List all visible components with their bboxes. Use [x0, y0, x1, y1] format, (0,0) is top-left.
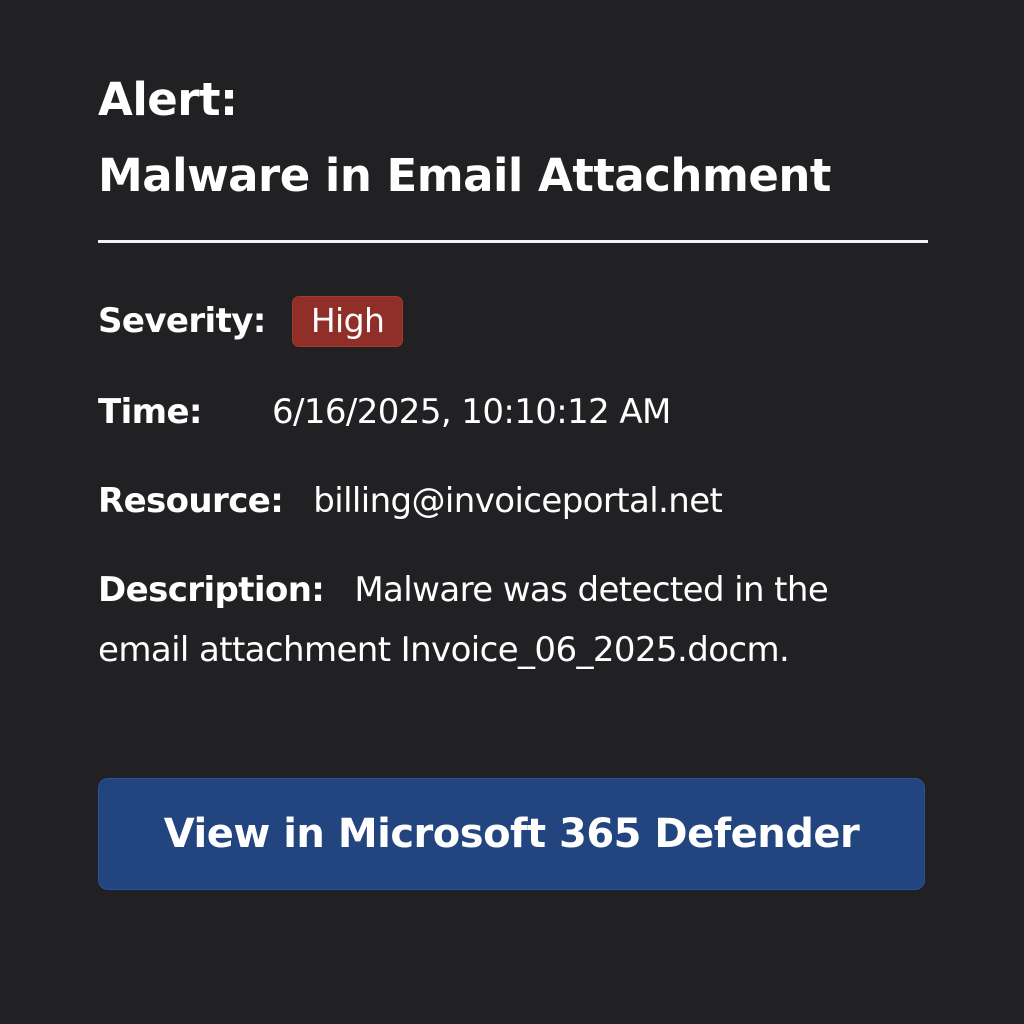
description-row: Description: Malware was detected in the …	[98, 560, 928, 680]
resource-row: Resource: billing@invoiceportal.net	[98, 481, 723, 521]
description-label: Description:	[98, 570, 325, 610]
resource-label: Resource:	[98, 481, 284, 521]
view-in-defender-button[interactable]: View in Microsoft 365 Defender	[98, 778, 925, 890]
page-title: Alert: Malware in Email Attachment	[98, 62, 831, 214]
time-value: 6/16/2025, 10:10:12 AM	[271, 392, 671, 432]
divider	[98, 240, 928, 243]
severity-label: Severity:	[98, 301, 266, 341]
severity-badge: High	[291, 296, 404, 347]
resource-value: billing@invoiceportal.net	[313, 481, 723, 521]
time-label: Time:	[98, 392, 203, 432]
title-line-1: Alert:	[98, 73, 238, 126]
time-row: Time: 6/16/2025, 10:10:12 AM	[98, 392, 671, 432]
title-line-2: Malware in Email Attachment	[98, 149, 831, 202]
severity-row: Severity: High	[98, 296, 404, 347]
